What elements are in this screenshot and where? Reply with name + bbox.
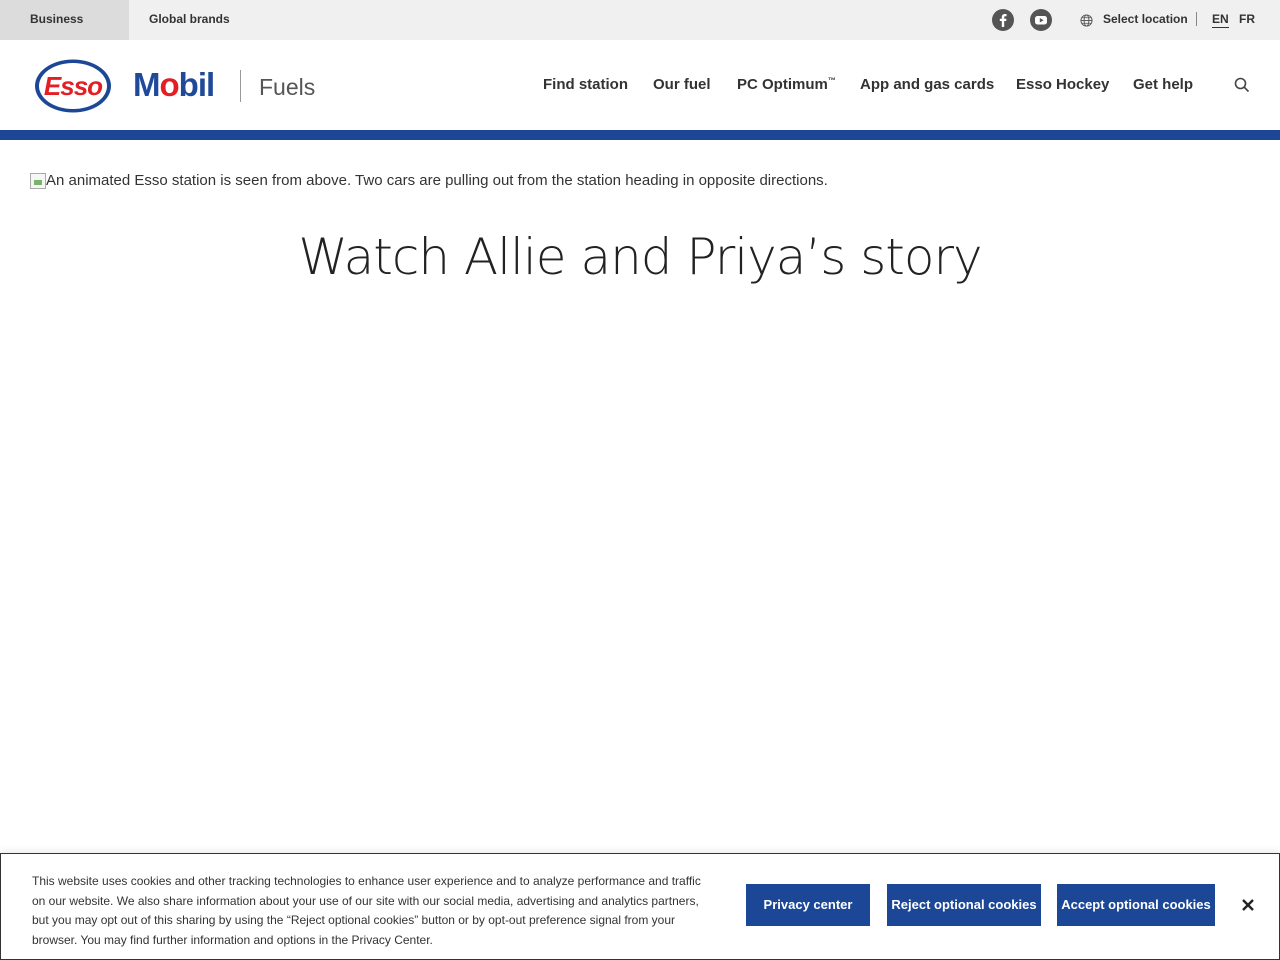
divider: [1196, 12, 1197, 26]
mobil-logo[interactable]: Mobil: [133, 66, 215, 104]
hero-image-alt-text: An animated Esso station is seen from ab…: [46, 172, 828, 189]
site-header: Esso Mobil Fuels Find station Our fuel P…: [0, 40, 1280, 130]
nav-find-station[interactable]: Find station: [543, 76, 628, 93]
nav-pc-optimum-label: PC Optimum: [737, 76, 828, 93]
utility-bar: Business lines Global brands Select loca…: [0, 0, 1280, 64]
nav-get-help[interactable]: Get help: [1133, 76, 1193, 93]
header-accent-bar: [0, 130, 1280, 140]
trademark: ™: [827, 76, 836, 85]
select-location-link[interactable]: Select location: [1103, 12, 1188, 26]
logo-divider: [240, 70, 241, 102]
language-en[interactable]: EN: [1212, 12, 1229, 28]
accept-cookies-button[interactable]: Accept optional cookies: [1057, 884, 1215, 926]
tab-business-lines[interactable]: Business lines: [0, 0, 129, 64]
facebook-icon[interactable]: [992, 9, 1014, 31]
cookie-banner: This website uses cookies and other trac…: [0, 853, 1280, 960]
tab-global-brands[interactable]: Global brands: [129, 0, 250, 40]
privacy-center-button[interactable]: Privacy center: [746, 884, 870, 926]
search-icon[interactable]: [1234, 77, 1250, 93]
nav-pc-optimum[interactable]: PC Optimum™: [737, 76, 836, 93]
page-title: Watch Allie and Priya’s story: [298, 228, 982, 286]
globe-icon[interactable]: [1080, 14, 1093, 27]
nav-app-and-gas-cards[interactable]: App and gas cards: [860, 76, 994, 93]
cookie-text: This website uses cookies and other trac…: [32, 874, 701, 947]
close-icon[interactable]: [1239, 896, 1257, 914]
esso-logo[interactable]: Esso: [34, 58, 114, 114]
svg-text:Esso: Esso: [44, 71, 103, 101]
hero-image: An animated Esso station is seen from ab…: [30, 172, 828, 189]
youtube-icon[interactable]: [1030, 9, 1052, 31]
nav-our-fuel[interactable]: Our fuel: [653, 76, 711, 93]
reject-cookies-button[interactable]: Reject optional cookies: [887, 884, 1041, 926]
broken-image-icon: [30, 172, 46, 189]
nav-esso-hockey[interactable]: Esso Hockey: [1016, 76, 1109, 93]
fuels-label: Fuels: [259, 74, 316, 100]
language-fr[interactable]: FR: [1239, 12, 1255, 26]
